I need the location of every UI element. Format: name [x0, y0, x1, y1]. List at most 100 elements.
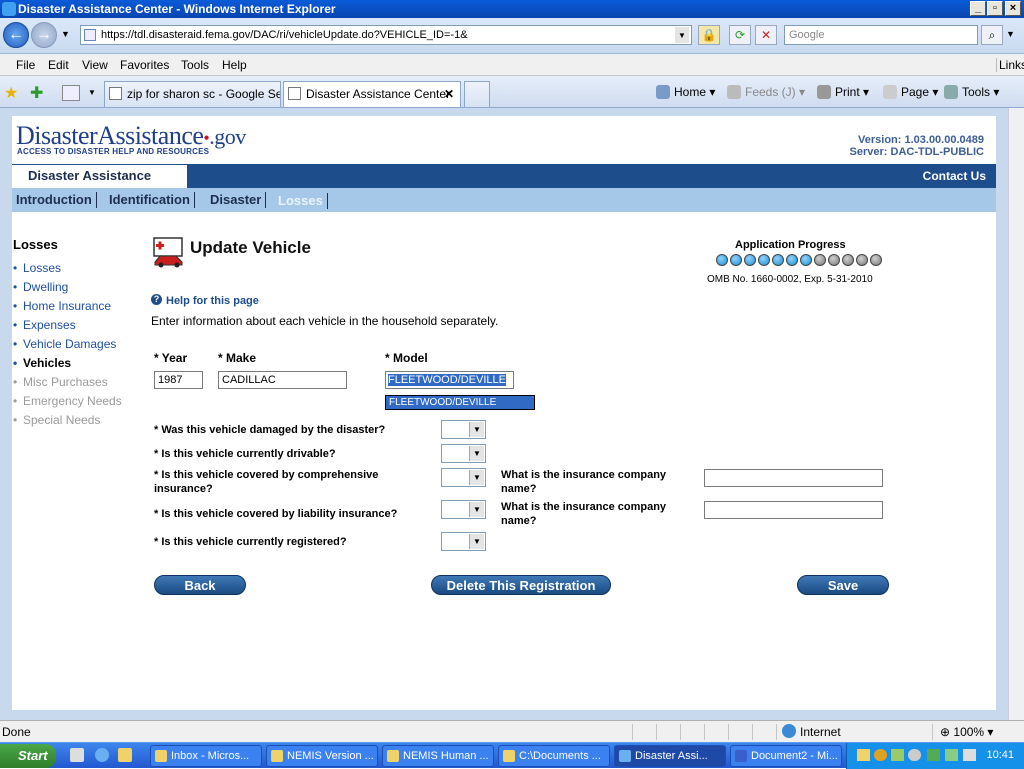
- tab-introduction[interactable]: Introduction: [12, 192, 97, 208]
- comprehensive-insurer-input[interactable]: [704, 469, 883, 487]
- quick-tabs-icon[interactable]: [62, 85, 80, 101]
- back-nav-button[interactable]: ←: [3, 22, 29, 48]
- menu-file[interactable]: File: [16, 58, 35, 72]
- side-nav-dwelling[interactable]: Dwelling: [13, 280, 68, 294]
- liability-insurer-input[interactable]: [704, 501, 883, 519]
- clock: 10:41: [986, 749, 1014, 761]
- save-button[interactable]: Save: [797, 575, 889, 595]
- print-button[interactable]: Print ▾: [817, 84, 869, 100]
- tab-bar: ★ ✚ ▼ zip for sharon sc - Google Se... D…: [0, 76, 1024, 108]
- progress-dot-complete: [716, 254, 728, 266]
- tab-disaster[interactable]: Disaster: [206, 192, 267, 208]
- task-label: NEMIS Version ...: [287, 750, 374, 762]
- tab-label: Disaster Assistance Center: [306, 87, 451, 101]
- home-label: Home: [674, 85, 707, 99]
- page-button[interactable]: Page ▾: [883, 84, 938, 100]
- menu-tools[interactable]: Tools: [181, 58, 209, 72]
- address-input[interactable]: https://tdl.disasteraid.fema.gov/DAC/ri/…: [80, 25, 692, 45]
- help-link[interactable]: Help for this page: [166, 295, 259, 307]
- ie-quicklaunch-icon[interactable]: [95, 748, 109, 762]
- year-input[interactable]: 1987: [154, 371, 203, 389]
- comprehensive-select[interactable]: ▼: [441, 468, 486, 487]
- tools-button[interactable]: Tools ▾: [944, 84, 999, 100]
- task-label: Inbox - Micros...: [171, 750, 250, 762]
- delete-registration-button[interactable]: Delete This Registration: [431, 575, 611, 595]
- status-divider: [632, 724, 633, 740]
- links-toolbar[interactable]: Links: [996, 58, 1024, 72]
- progress-dot-pending: [842, 254, 854, 266]
- liability-select[interactable]: ▼: [441, 500, 486, 519]
- volume-icon[interactable]: [963, 749, 976, 761]
- side-nav-losses[interactable]: Losses: [13, 261, 61, 275]
- tab-google-search[interactable]: zip for sharon sc - Google Se...: [104, 81, 281, 107]
- damaged-select[interactable]: ▼: [441, 420, 486, 439]
- nemis-icon: [271, 750, 283, 762]
- tab-disaster-assistance[interactable]: Disaster Assistance Center ✕: [283, 81, 461, 107]
- taskbar-item-document2[interactable]: Document2 - Mi...: [730, 745, 842, 767]
- stop-icon[interactable]: ✕: [755, 25, 777, 45]
- feeds-button[interactable]: Feeds (J) ▾: [727, 84, 805, 100]
- security-zone: Internet: [800, 725, 841, 739]
- mail-tray-icon[interactable]: [857, 749, 870, 761]
- side-nav-expenses[interactable]: Expenses: [13, 318, 76, 332]
- add-favorite-icon[interactable]: ✚: [30, 83, 43, 103]
- window-title: Disaster Assistance Center - Windows Int…: [18, 2, 336, 16]
- history-dropdown-icon[interactable]: ▼: [61, 29, 70, 39]
- contact-us-link[interactable]: Contact Us: [923, 169, 986, 183]
- refresh-icon[interactable]: ⟳: [729, 25, 751, 45]
- taskbar-item-disaster-assistance[interactable]: Disaster Assi...: [614, 745, 726, 767]
- network-icon[interactable]: [927, 749, 940, 761]
- start-button[interactable]: Start: [0, 744, 56, 768]
- side-nav-vehicle-damages[interactable]: Vehicle Damages: [13, 337, 116, 351]
- outlook-quicklaunch-icon[interactable]: [118, 748, 132, 762]
- status-divider: [680, 724, 681, 740]
- show-desktop-icon[interactable]: [70, 748, 84, 762]
- drivable-select[interactable]: ▼: [441, 444, 486, 463]
- model-input[interactable]: FLEETWOOD/DEVILLE: [385, 371, 514, 389]
- question-drivable: * Is this vehicle currently drivable?: [154, 448, 336, 460]
- help-icon[interactable]: ?: [151, 294, 162, 305]
- google-favicon: [109, 87, 122, 100]
- comprehensive-insurer-label: What is the insurance company name?: [501, 469, 667, 495]
- home-button[interactable]: Home ▾: [656, 84, 715, 100]
- menu-view[interactable]: View: [82, 58, 108, 72]
- zoom-level[interactable]: ⊕ 100% ▾: [940, 725, 993, 739]
- search-options-icon[interactable]: ▼: [1006, 29, 1015, 39]
- taskbar-item-nemis-human[interactable]: NEMIS Human ...: [382, 745, 494, 767]
- model-label: * Model: [385, 351, 428, 365]
- taskbar-item-inbox[interactable]: Inbox - Micros...: [150, 745, 262, 767]
- home-icon: [656, 85, 670, 99]
- maximize-button[interactable]: ▫: [987, 1, 1003, 16]
- close-tab-icon[interactable]: ✕: [444, 82, 454, 106]
- tray-icon[interactable]: [891, 749, 904, 761]
- tray-icon[interactable]: [945, 749, 958, 761]
- tray-icon[interactable]: [908, 749, 921, 761]
- make-input[interactable]: CADILLAC: [218, 371, 347, 389]
- taskbar-item-documents[interactable]: C:\Documents ...: [498, 745, 610, 767]
- favorites-star-icon[interactable]: ★: [4, 83, 18, 103]
- menu-edit[interactable]: Edit: [48, 58, 69, 72]
- minimize-button[interactable]: _: [970, 1, 986, 16]
- side-nav-special-needs: Special Needs: [13, 413, 100, 427]
- tab-identification[interactable]: Identification: [105, 192, 195, 208]
- lock-icon[interactable]: 🔒: [698, 25, 720, 45]
- forward-nav-button[interactable]: →: [31, 22, 57, 48]
- search-go-icon[interactable]: ⌕: [981, 25, 1003, 45]
- print-label: Print: [835, 85, 860, 99]
- model-autocomplete-suggestion[interactable]: FLEETWOOD/DEVILLE: [385, 395, 535, 410]
- search-input[interactable]: Google: [784, 25, 978, 45]
- question-liability: * Is this vehicle covered by liability i…: [154, 508, 398, 520]
- back-button[interactable]: Back: [154, 575, 246, 595]
- url-dropdown-icon[interactable]: ▼: [675, 27, 689, 43]
- registered-select[interactable]: ▼: [441, 532, 486, 551]
- menu-favorites[interactable]: Favorites: [120, 58, 169, 72]
- vertical-scrollbar[interactable]: [1008, 108, 1024, 720]
- taskbar-item-nemis-version[interactable]: NEMIS Version ...: [266, 745, 378, 767]
- status-text: Done: [2, 725, 31, 739]
- menu-help[interactable]: Help: [222, 58, 247, 72]
- tab-list-icon[interactable]: ▼: [88, 88, 96, 97]
- close-window-button[interactable]: ×: [1005, 1, 1021, 16]
- new-tab-button[interactable]: [464, 81, 490, 107]
- side-nav-home-insurance[interactable]: Home Insurance: [13, 299, 111, 313]
- tray-icon[interactable]: [874, 749, 887, 761]
